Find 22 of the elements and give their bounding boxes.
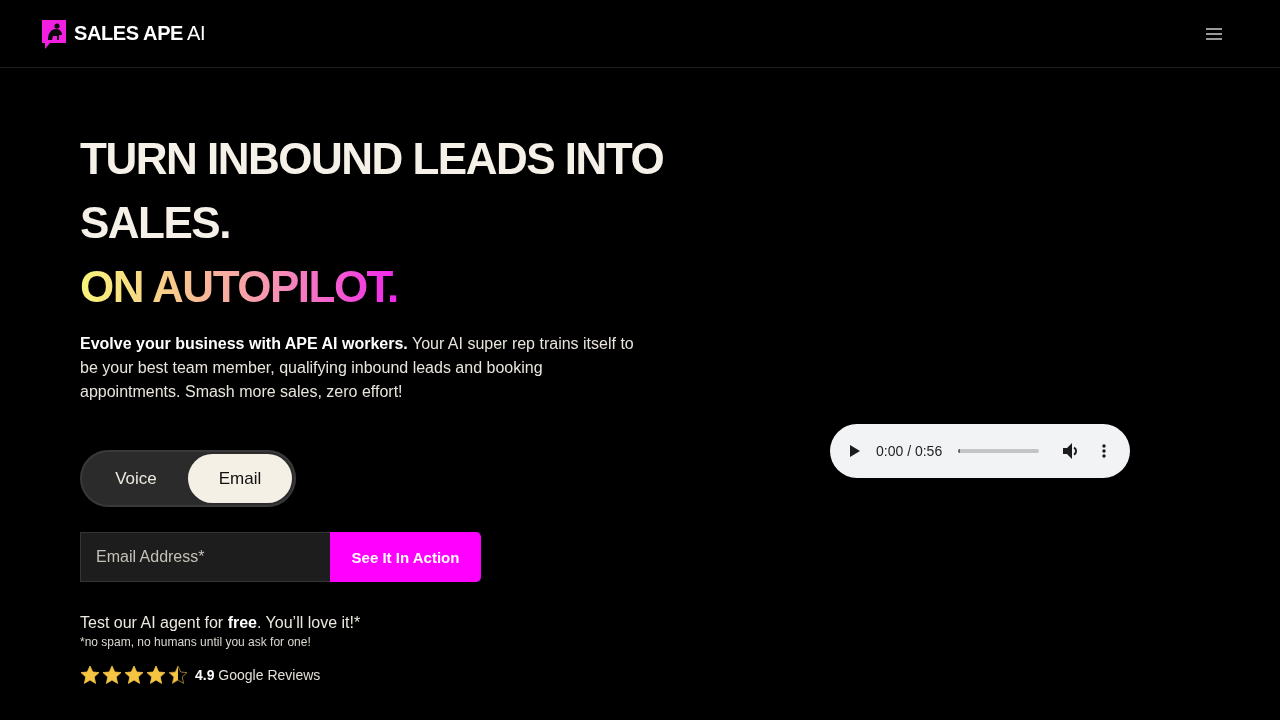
star-icon [124, 665, 144, 685]
headline: TURN INBOUND LEADS INTO SALES. [80, 133, 665, 249]
star-icon [102, 665, 122, 685]
intro-paragraph: Evolve your business with APE AI workers. Your AI super rep trains itself to be your best team member, qualifying inbound leads and booking appointments. Smash more sales, zero effort! [80, 334, 635, 402]
progress-track[interactable] [958, 449, 1040, 453]
play-icon [850, 445, 860, 457]
more-icon [1102, 444, 1107, 458]
disclaimer-text: *no spam, no humans until you ask for one! [80, 634, 312, 650]
speech-bubble-icon [40, 17, 68, 50]
star-icon [80, 665, 100, 685]
more-options-button[interactable] [1102, 444, 1107, 458]
rating-text: 4.9 Google Reviews [195, 667, 321, 683]
email-field[interactable]: Email Address* [80, 532, 330, 582]
menu-icon [1206, 27, 1222, 40]
toggle-option[interactable]: Email [188, 454, 292, 503]
star-icon [146, 665, 166, 685]
play-button[interactable] [850, 445, 860, 457]
offer-text: Test our AI agent for free. You’ll love it!* [80, 613, 362, 633]
toggle-option[interactable]: Voice [84, 454, 188, 503]
audio-time: 0:00 / 0:56 [876, 443, 943, 459]
logo-text[interactable]: SALES APE AI [74, 22, 206, 45]
star-icon [168, 665, 188, 685]
